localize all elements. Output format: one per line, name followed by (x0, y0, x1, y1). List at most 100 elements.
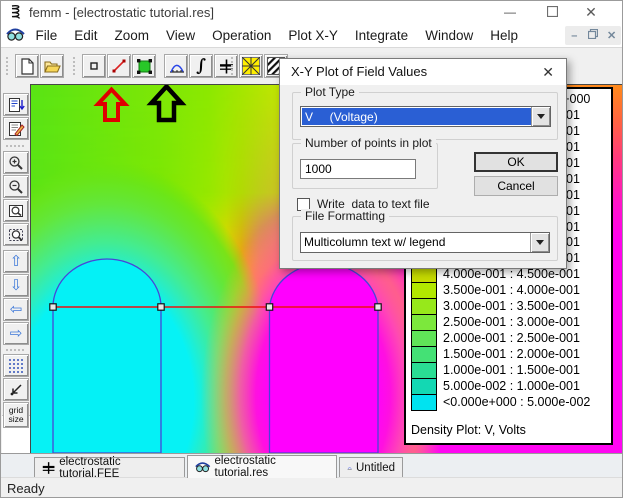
zoom-out-icon (8, 179, 24, 195)
show-mesh-button[interactable] (239, 54, 263, 78)
legend-swatch (411, 282, 437, 299)
menu-item-help[interactable]: Help (482, 24, 527, 48)
tab-untitled[interactable]: Untitled (339, 457, 403, 477)
menu-item-edit[interactable]: Edit (66, 24, 106, 48)
window-title: femm - [electrostatic tutorial.res] (29, 5, 214, 20)
node-marker[interactable] (158, 304, 164, 310)
legend-range-text: 3.500e-001 : 4.000e-001 (443, 283, 580, 299)
mdi-minimize-button[interactable]: – (566, 28, 583, 44)
legend-row: 1.500e-001 : 2.000e-001 (411, 347, 609, 363)
legend-row: 3.500e-001 : 4.000e-001 (411, 283, 609, 299)
legend-row: 2.500e-001 : 3.000e-001 (411, 315, 609, 331)
legend-swatch (411, 346, 437, 363)
plot-type-combo[interactable]: V (Voltage) (300, 106, 551, 127)
show-grid-button[interactable] (3, 354, 29, 377)
femm-coil-icon (8, 4, 24, 20)
points-input[interactable]: 1000 (300, 159, 416, 179)
menu-item-window[interactable]: Window (417, 24, 482, 48)
edit-doc-icon (8, 121, 25, 137)
zoom-out-button[interactable] (3, 175, 29, 198)
legend-swatch (411, 362, 437, 379)
menu-bar: FileEditZoomViewOperationPlot X-YIntegra… (1, 23, 623, 48)
femm-glasses-icon (6, 27, 25, 43)
pan-down-button[interactable]: ⇩ (3, 274, 29, 297)
right-electrode-boundary[interactable] (270, 264, 379, 453)
pan-right-icon: ⇨ (10, 326, 23, 341)
plot-curve-icon (347, 461, 352, 474)
edit-document-button[interactable] (3, 117, 29, 140)
menu-item-view[interactable]: View (158, 24, 204, 48)
femm-window: femm - [electrostatic tutorial.res] — ✕ … (0, 0, 623, 498)
points-label: Number of points in plot (301, 136, 436, 150)
node-marker[interactable] (375, 304, 381, 310)
document-tab-bar: electrostatic tutorial.FEE electrostatic… (1, 453, 623, 477)
dialog-close-icon[interactable]: ✕ (542, 63, 554, 81)
pan-down-icon: ⇩ (10, 278, 23, 293)
mdi-restore-button[interactable] (584, 28, 601, 44)
menu-item-operation[interactable]: Operation (204, 24, 280, 48)
zoom-extents-button[interactable] (3, 199, 29, 222)
pan-up-button[interactable]: ⇧ (3, 250, 29, 273)
mdi-controls: – ✕ (565, 26, 621, 45)
node-marker[interactable] (266, 304, 272, 310)
node-marker[interactable] (50, 304, 56, 310)
grid-size-button[interactable]: grid size (3, 402, 29, 428)
line-mode-button[interactable] (107, 54, 131, 78)
legend-swatch (411, 394, 437, 411)
integral-button[interactable]: ∫ (189, 54, 213, 78)
open-file-button[interactable] (40, 54, 64, 78)
minimize-button[interactable]: — (491, 1, 529, 23)
legend-range-text: 3.000e-001 : 3.500e-001 (443, 299, 580, 315)
point-mode-button[interactable] (82, 54, 106, 78)
area-mode-button[interactable] (132, 54, 156, 78)
zoom-extents-icon (8, 203, 25, 219)
tab-label: Untitled (356, 462, 395, 474)
legend-row: 2.000e-001 : 2.500e-001 (411, 331, 609, 347)
plot-curve-button[interactable] (164, 54, 188, 78)
legend-range-text: 1.500e-001 : 2.000e-001 (443, 347, 580, 363)
pan-right-button[interactable]: ⇨ (3, 322, 29, 345)
zoom-window-button[interactable] (3, 223, 29, 246)
legend-swatch (411, 314, 437, 331)
pan-left-icon: ⇦ (10, 302, 23, 317)
conductor-props-button[interactable] (214, 54, 238, 78)
pan-left-button[interactable]: ⇦ (3, 298, 29, 321)
legend-swatch (411, 378, 437, 395)
zoom-in-button[interactable] (3, 151, 29, 174)
close-button[interactable]: ✕ (572, 1, 610, 23)
point-mode-icon (86, 58, 102, 74)
chevron-down-icon[interactable] (530, 233, 549, 252)
dialog-title-bar[interactable]: X-Y Plot of Field Values ✕ (280, 59, 566, 85)
chevron-down-icon[interactable] (531, 107, 550, 126)
sidebar-handle (6, 145, 24, 148)
title-bar: femm - [electrostatic tutorial.res] — ✕ (1, 1, 623, 23)
mdi-close-button[interactable]: ✕ (603, 28, 620, 44)
maximize-button[interactable] (533, 1, 571, 23)
tab-label: electrostatic tutorial.res (215, 455, 330, 479)
mdi-restore-icon (588, 29, 598, 39)
menu-item-integrate[interactable]: Integrate (346, 24, 416, 48)
new-file-button[interactable] (15, 54, 39, 78)
menu-item-zoom[interactable]: Zoom (106, 24, 158, 48)
menu-item-file[interactable]: File (27, 24, 66, 48)
area-mode-icon (136, 58, 153, 75)
left-electrode-boundary[interactable] (53, 259, 161, 453)
menu-item-plot-x-y[interactable]: Plot X-Y (280, 24, 347, 48)
file-formatting-combo[interactable]: Multicolumn text w/ legend (300, 232, 550, 253)
mesh-icon (242, 57, 260, 75)
ok-button[interactable]: OK (474, 152, 558, 172)
legend-range-text: 5.000e-002 : 1.000e-001 (443, 379, 580, 395)
tab-electrostatic-tutorial-res[interactable]: electrostatic tutorial.res (187, 455, 337, 478)
snap-grid-icon (8, 382, 24, 398)
new-file-icon (20, 58, 35, 75)
legend-row: 1.000e-001 : 1.500e-001 (411, 363, 609, 379)
grid-size-label: grid size (4, 406, 28, 425)
status-text: Ready (7, 481, 45, 496)
menu-items: FileEditZoomViewOperationPlot X-YIntegra… (27, 23, 526, 48)
cancel-button[interactable]: Cancel (474, 176, 558, 196)
tab-electrostatic-tutorial-fee[interactable]: electrostatic tutorial.FEE (34, 457, 185, 477)
conductor-icon (42, 461, 55, 475)
snap-grid-button[interactable] (3, 378, 29, 401)
results-list-button[interactable] (3, 93, 29, 116)
sidebar-handle (6, 349, 24, 352)
